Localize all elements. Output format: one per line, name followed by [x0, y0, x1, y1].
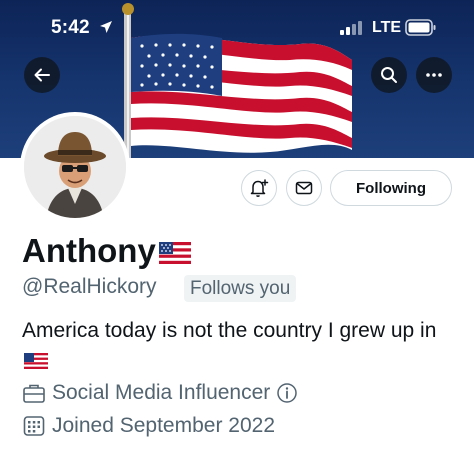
calendar-icon: [23, 416, 45, 436]
search-button[interactable]: [371, 57, 407, 93]
network-type: LTE: [372, 19, 402, 36]
category-text: Social Media Influencer: [52, 381, 271, 404]
briefcase-icon: [23, 384, 45, 403]
bell-plus-icon: [250, 179, 269, 197]
notifications-button[interactable]: [241, 170, 277, 206]
more-button[interactable]: [416, 57, 452, 93]
following-button[interactable]: Following: [330, 170, 452, 206]
profile-name: Anthony: [22, 232, 191, 270]
profile-joined: Joined September 2022: [22, 414, 275, 438]
avatar[interactable]: [20, 112, 130, 222]
location-arrow-icon: [100, 21, 112, 33]
follows-you-badge: Follows you: [184, 275, 297, 302]
status-bar: 5:42 LTE: [0, 0, 474, 50]
arrow-left-icon: [34, 68, 50, 82]
more-dots-icon: [426, 73, 442, 77]
search-icon: [381, 67, 397, 83]
info-icon[interactable]: [276, 382, 298, 404]
profile-name-text: Anthony: [22, 232, 156, 269]
bio-text: America today is not the country I grew …: [22, 319, 437, 342]
signal-icon: [340, 21, 362, 35]
us-flag-emoji-icon: [158, 242, 191, 264]
profile-category: Social Media Influencer: [22, 381, 304, 405]
status-time: 5:42: [51, 17, 90, 38]
profile-bio: America today is not the country I grew …: [22, 316, 462, 376]
message-button[interactable]: [286, 170, 322, 206]
joined-text: Joined September 2022: [52, 414, 275, 437]
us-flag-emoji-icon: [24, 353, 48, 370]
battery-icon: [405, 19, 436, 36]
mail-icon: [295, 181, 313, 195]
profile-handle: @RealHickory: [22, 275, 157, 298]
back-button[interactable]: [24, 57, 60, 93]
avatar-image: [24, 116, 126, 218]
